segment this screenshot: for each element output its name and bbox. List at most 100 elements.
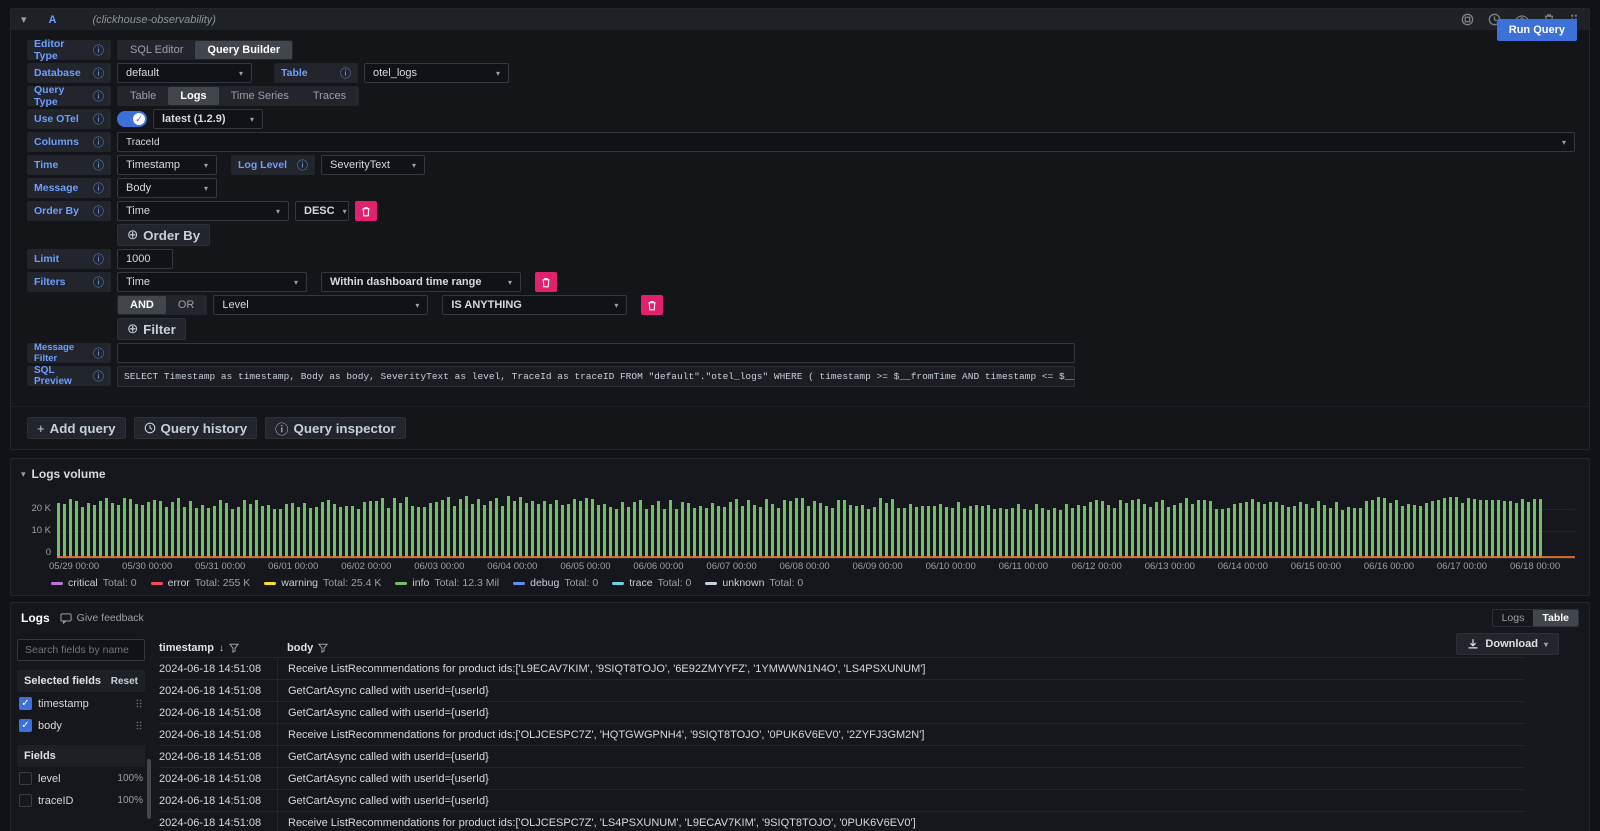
volume-bar <box>405 497 408 558</box>
download-button[interactable]: Download ▾ <box>1456 633 1559 655</box>
checkbox-checked[interactable]: ✓ <box>19 719 32 732</box>
legend-item-warning[interactable]: warningTotal: 25.4 K <box>264 577 381 589</box>
filter1-operator-select[interactable]: Within dashboard time range▾ <box>321 272 521 292</box>
table-row[interactable]: 2024-06-18 14:51:08GetCartAsync called w… <box>159 701 1524 723</box>
info-icon[interactable]: ⓘ <box>93 42 104 58</box>
remove-filter2-button[interactable] <box>641 295 663 315</box>
info-icon[interactable]: ⓘ <box>340 65 351 81</box>
volume-bar <box>873 507 876 558</box>
sidebar-scrollbar[interactable] <box>147 759 151 819</box>
volume-bar <box>837 500 840 558</box>
volume-bar <box>279 509 282 558</box>
checkbox-unchecked[interactable] <box>19 772 32 785</box>
table-row[interactable]: 2024-06-18 14:51:08Receive ListRecommend… <box>159 657 1524 679</box>
volume-bar <box>189 501 192 558</box>
query-type-timeseries[interactable]: Time Series <box>219 87 301 105</box>
view-logs-option[interactable]: Logs <box>1493 610 1534 626</box>
table-row[interactable]: 2024-06-18 14:51:08Receive ListRecommend… <box>159 811 1524 831</box>
query-type-table[interactable]: Table <box>118 87 168 105</box>
add-order-by-button[interactable]: ⊕Order By <box>117 224 210 246</box>
query-history-button[interactable]: Query history <box>134 417 258 439</box>
timestamp-column-header[interactable]: timestamp ↓ <box>159 642 277 654</box>
volume-bar <box>1179 503 1182 558</box>
duplicate-icon[interactable] <box>1461 13 1474 26</box>
legend-item-trace[interactable]: traceTotal: 0 <box>612 577 691 589</box>
body-column-header[interactable]: body <box>277 642 328 654</box>
use-otel-toggle[interactable]: ✓ <box>117 111 147 127</box>
or-option[interactable]: OR <box>166 296 207 314</box>
message-column-select[interactable]: Body▾ <box>117 178 217 198</box>
logs-volume-header[interactable]: ▾ Logs volume <box>11 463 1589 487</box>
query-type-logs[interactable]: Logs <box>168 87 218 105</box>
info-icon[interactable]: ⓘ <box>93 180 104 196</box>
info-icon[interactable]: ⓘ <box>93 157 104 173</box>
query-builder-option[interactable]: Query Builder <box>195 41 292 59</box>
and-option[interactable]: AND <box>118 296 166 314</box>
info-icon[interactable]: ⓘ <box>93 368 104 384</box>
info-icon[interactable]: ⓘ <box>93 88 104 104</box>
time-column-select[interactable]: Timestamp▾ <box>117 155 217 175</box>
order-by-row: Order Byⓘ Time▾ DESC▾ <box>27 201 1575 221</box>
legend-item-unknown[interactable]: unknownTotal: 0 <box>705 577 803 589</box>
otel-version-select[interactable]: latest (1.2.9)▾ <box>153 109 263 129</box>
table-select[interactable]: otel_logs▾ <box>364 63 509 83</box>
collapse-chevron-icon[interactable]: ▾ <box>21 13 27 26</box>
filter2-operator-select[interactable]: IS ANYTHING▾ <box>442 295 627 315</box>
info-icon[interactable]: ⓘ <box>297 157 308 173</box>
message-filter-input[interactable] <box>117 343 1075 363</box>
legend-item-debug[interactable]: debugTotal: 0 <box>513 577 598 589</box>
volume-bar <box>273 509 276 558</box>
logs-volume-chart[interactable]: 20 K 10 K 0 <box>25 489 1575 559</box>
table-header-row: timestamp ↓ body <box>159 639 1524 657</box>
info-icon[interactable]: ⓘ <box>93 111 104 127</box>
limit-input[interactable]: 1000 <box>117 249 173 269</box>
info-icon[interactable]: ⓘ <box>93 251 104 267</box>
query-type-traces[interactable]: Traces <box>301 87 358 105</box>
search-fields-input[interactable] <box>17 639 145 661</box>
query-ref-id[interactable]: A <box>49 14 57 26</box>
table-row[interactable]: 2024-06-18 14:51:08GetCartAsync called w… <box>159 789 1524 811</box>
table-row[interactable]: 2024-06-18 14:51:08GetCartAsync called w… <box>159 745 1524 767</box>
view-table-option[interactable]: Table <box>1533 610 1578 626</box>
filter1-field-select[interactable]: Time▾ <box>117 272 307 292</box>
drag-handle-icon[interactable] <box>135 698 143 709</box>
order-by-direction-select[interactable]: DESC▾ <box>295 201 349 221</box>
database-select[interactable]: default▾ <box>117 63 252 83</box>
legend-item-info[interactable]: infoTotal: 12.3 Mil <box>395 577 499 589</box>
remove-order-by-button[interactable] <box>355 201 377 221</box>
table-row[interactable]: 2024-06-18 14:51:08Receive ListRecommend… <box>159 723 1524 745</box>
table-row[interactable]: 2024-06-18 14:51:08GetCartAsync called w… <box>159 767 1524 789</box>
collapse-chevron-icon[interactable]: ▾ <box>21 469 26 480</box>
table-row[interactable]: 2024-06-18 14:51:08GetCartAsync called w… <box>159 679 1524 701</box>
legend-color-dash <box>151 582 163 585</box>
columns-multiselect[interactable]: TraceId▾ <box>117 132 1575 152</box>
reset-button[interactable]: Reset <box>111 676 138 687</box>
info-icon[interactable]: ⓘ <box>93 203 104 219</box>
filter2-field-select[interactable]: Level▾ <box>213 295 428 315</box>
info-icon[interactable]: ⓘ <box>93 134 104 150</box>
volume-bar <box>963 508 966 558</box>
legend-color-dash <box>612 582 624 585</box>
run-query-button[interactable]: Run Query <box>1497 19 1577 41</box>
volume-bar <box>651 505 654 558</box>
volume-bar <box>1263 504 1266 558</box>
add-filter-button[interactable]: ⊕Filter <box>117 318 186 340</box>
info-icon[interactable]: ⓘ <box>93 65 104 81</box>
give-feedback-link[interactable]: Give feedback <box>60 612 144 624</box>
order-by-field-select[interactable]: Time▾ <box>117 201 289 221</box>
remove-filter1-button[interactable] <box>535 272 557 292</box>
checkbox-unchecked[interactable] <box>19 794 32 807</box>
legend-item-critical[interactable]: criticalTotal: 0 <box>51 577 137 589</box>
log-level-select[interactable]: SeverityText▾ <box>321 155 425 175</box>
sort-desc-icon[interactable]: ↓ <box>219 643 224 654</box>
info-icon[interactable]: ⓘ <box>93 345 104 361</box>
legend-item-error[interactable]: errorTotal: 255 K <box>151 577 251 589</box>
sql-editor-option[interactable]: SQL Editor <box>118 41 195 59</box>
query-inspector-button[interactable]: ⓘQuery inspector <box>265 417 406 439</box>
chart-plot[interactable] <box>57 489 1575 559</box>
checkbox-checked[interactable]: ✓ <box>19 697 32 710</box>
info-icon[interactable]: ⓘ <box>93 274 104 290</box>
drag-handle-icon[interactable] <box>135 720 143 731</box>
add-query-button[interactable]: +Add query <box>27 417 126 439</box>
x-tick: 05/30 00:00 <box>122 561 195 572</box>
